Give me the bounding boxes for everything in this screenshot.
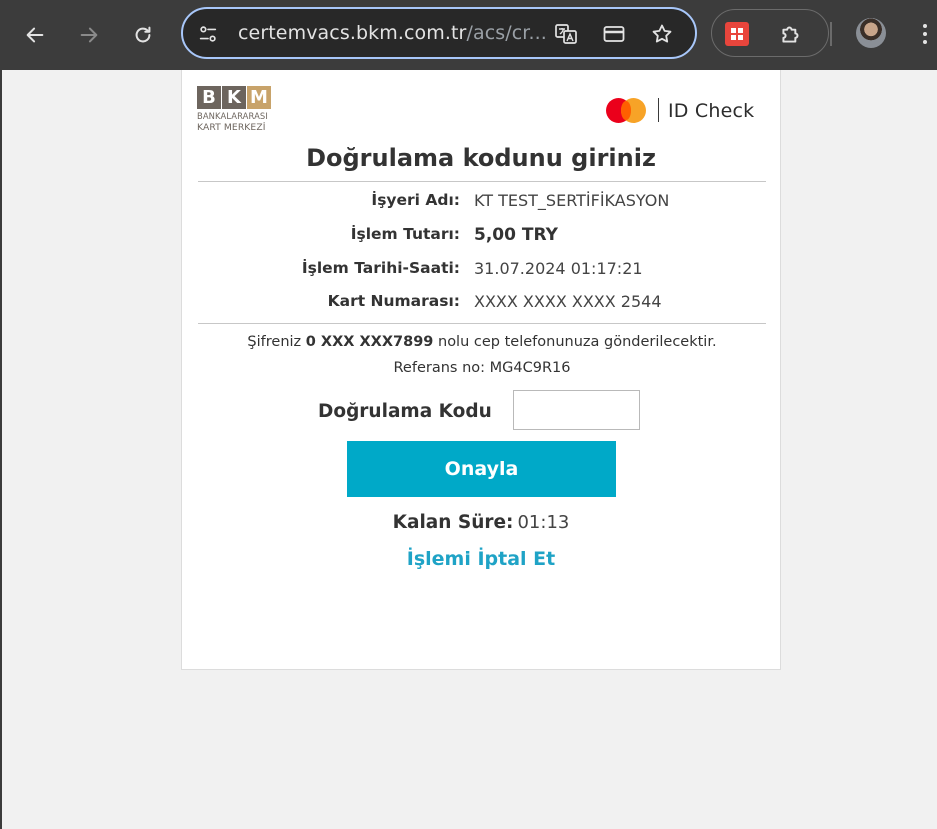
verification-code-input[interactable] — [513, 390, 640, 430]
translate-icon[interactable] — [553, 21, 579, 47]
payment-card-icon[interactable] — [601, 21, 627, 47]
info-row-merchant: İşyeri Adı: KT TEST_SERTİFİKASYON — [182, 191, 782, 215]
remaining-time-label: Kalan Süre: — [392, 512, 514, 533]
sms-notice-suffix: nolu cep telefonunuza gönderilecektir. — [438, 334, 717, 350]
reload-icon[interactable] — [127, 19, 159, 51]
bkm-letter-k: K — [222, 86, 246, 109]
card-number-label: Kart Numarası: — [327, 292, 460, 310]
amount-value: 5,00 TRY — [474, 225, 558, 245]
forward-icon[interactable] — [73, 19, 105, 51]
bookmark-star-icon[interactable] — [649, 21, 675, 47]
datetime-value: 31.07.2024 01:17:21 — [474, 259, 643, 278]
bkm-subtitle-line2: KART MERKEZİ — [197, 122, 266, 133]
bkm-letter-b: B — [197, 86, 221, 109]
more-menu-icon[interactable] — [915, 22, 935, 46]
remaining-time-value: 01:13 — [517, 512, 570, 533]
confirm-button[interactable]: Onayla — [347, 441, 616, 497]
window-edge — [0, 70, 2, 829]
bkm-letter-m: M — [247, 86, 271, 109]
bkm-logo: B K M BANKALARARASI KART MERKEZİ — [197, 86, 275, 133]
merchant-value: KT TEST_SERTİFİKASYON — [474, 191, 670, 210]
back-icon[interactable] — [19, 19, 51, 51]
sms-notice-prefix: Şifreniz — [247, 334, 302, 350]
sms-notice: Şifreniz 0 XXX XXX7899 nolu cep telefonu… — [182, 334, 782, 350]
logo-divider — [658, 98, 659, 122]
toolbar-divider — [830, 22, 832, 46]
amount-label: İşlem Tutarı: — [350, 225, 460, 243]
extension-grid-icon[interactable] — [725, 22, 749, 46]
remaining-time: Kalan Süre: 01:13 — [182, 512, 780, 533]
extensions-group — [711, 9, 829, 57]
verification-code-label: Doğrulama Kodu — [318, 401, 492, 422]
mastercard-logo-icon — [606, 98, 648, 124]
bkm-subtitle-line1: BANKALARARASI — [197, 111, 268, 121]
masked-phone-number: 0 XXX XXX7899 — [305, 334, 434, 350]
extensions-puzzle-icon[interactable] — [778, 21, 804, 51]
reference-number: Referans no: MG4C9R16 — [393, 360, 571, 376]
profile-avatar[interactable] — [856, 18, 886, 48]
url-host: certemvacs.bkm.com.tr — [238, 22, 467, 44]
info-row-datetime: İşlem Tarihi-Saati: 31.07.2024 01:17:21 — [182, 259, 782, 283]
verification-card: B K M BANKALARARASI KART MERKEZİ ID Chec… — [181, 70, 781, 670]
browser-toolbar: certemvacs.bkm.com.tr/acs/cr... — [0, 0, 937, 70]
divider-bottom — [198, 323, 766, 324]
divider-top — [198, 181, 766, 182]
cancel-transaction-link[interactable]: İşlemi İptal Et — [182, 548, 780, 570]
page-title: Doğrulama kodunu giriniz — [306, 144, 656, 172]
datetime-label: İşlem Tarihi-Saati: — [301, 259, 460, 277]
url-path: /acs/cr... — [466, 22, 547, 44]
info-row-card-number: Kart Numarası: XXXX XXXX XXXX 2544 — [182, 292, 782, 316]
id-check-label: ID Check — [668, 100, 755, 122]
info-row-amount: İşlem Tutarı: 5,00 TRY — [182, 225, 782, 249]
address-bar[interactable]: certemvacs.bkm.com.tr/acs/cr... — [181, 7, 697, 59]
card-number-value: XXXX XXXX XXXX 2544 — [474, 292, 662, 311]
site-settings-icon[interactable] — [195, 21, 221, 47]
url-text[interactable]: certemvacs.bkm.com.tr/acs/cr... — [238, 22, 547, 44]
merchant-label: İşyeri Adı: — [371, 191, 460, 209]
